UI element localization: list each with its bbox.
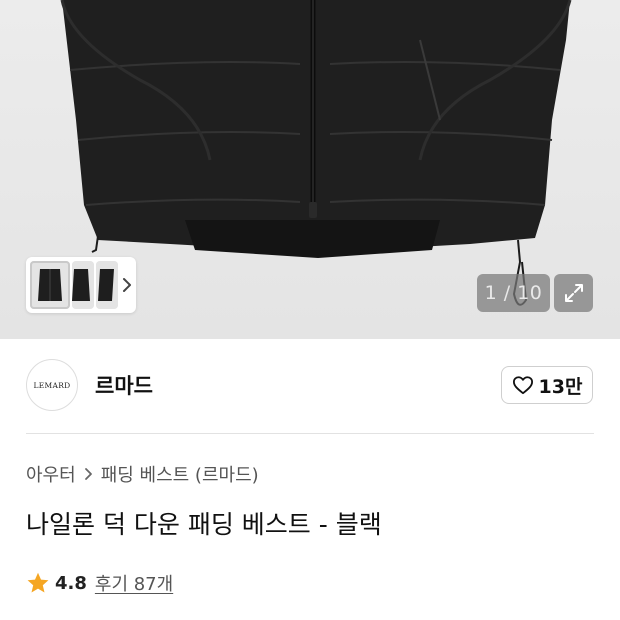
breadcrumb-item-category[interactable]: 아우터 <box>26 461 76 487</box>
brand-logo-text: LEMARD <box>33 380 71 390</box>
product-image-gallery[interactable]: 1 / 10 <box>0 0 620 339</box>
review-count-link[interactable]: 후기 87개 <box>95 570 173 596</box>
breadcrumb-item-subcategory[interactable]: 패딩 베스트 (르마드) <box>101 461 259 487</box>
chevron-right-icon <box>84 468 92 480</box>
chevron-right-icon <box>123 278 131 292</box>
thumbnail-image <box>72 261 94 309</box>
brand-logo[interactable]: LEMARD <box>26 359 78 411</box>
rating-value: 4.8 <box>55 572 87 594</box>
thumbnail-strip <box>26 257 136 313</box>
thumbnail-next-button[interactable] <box>120 273 134 297</box>
thumbnail-2[interactable] <box>72 261 94 309</box>
expand-icon <box>564 284 583 302</box>
like-button[interactable]: 13만 <box>501 366 593 404</box>
rating-row: 4.8 후기 87개 <box>26 568 173 598</box>
product-title: 나일론 덕 다운 패딩 베스트 - 블랙 <box>26 510 382 539</box>
like-count: 13만 <box>538 375 583 398</box>
heart-outline-icon <box>512 376 533 395</box>
image-counter: 1 / 10 <box>477 274 550 312</box>
section-divider <box>26 433 594 434</box>
thumbnail-1[interactable] <box>30 261 70 309</box>
star-icon <box>27 572 49 593</box>
thumbnail-3[interactable] <box>96 261 118 309</box>
thumbnail-image <box>96 261 118 309</box>
brand-name[interactable]: 르마드 <box>95 370 153 400</box>
breadcrumb: 아우터 패딩 베스트 (르마드) <box>26 460 259 488</box>
expand-image-button[interactable] <box>554 274 593 312</box>
thumbnail-image <box>30 261 70 309</box>
